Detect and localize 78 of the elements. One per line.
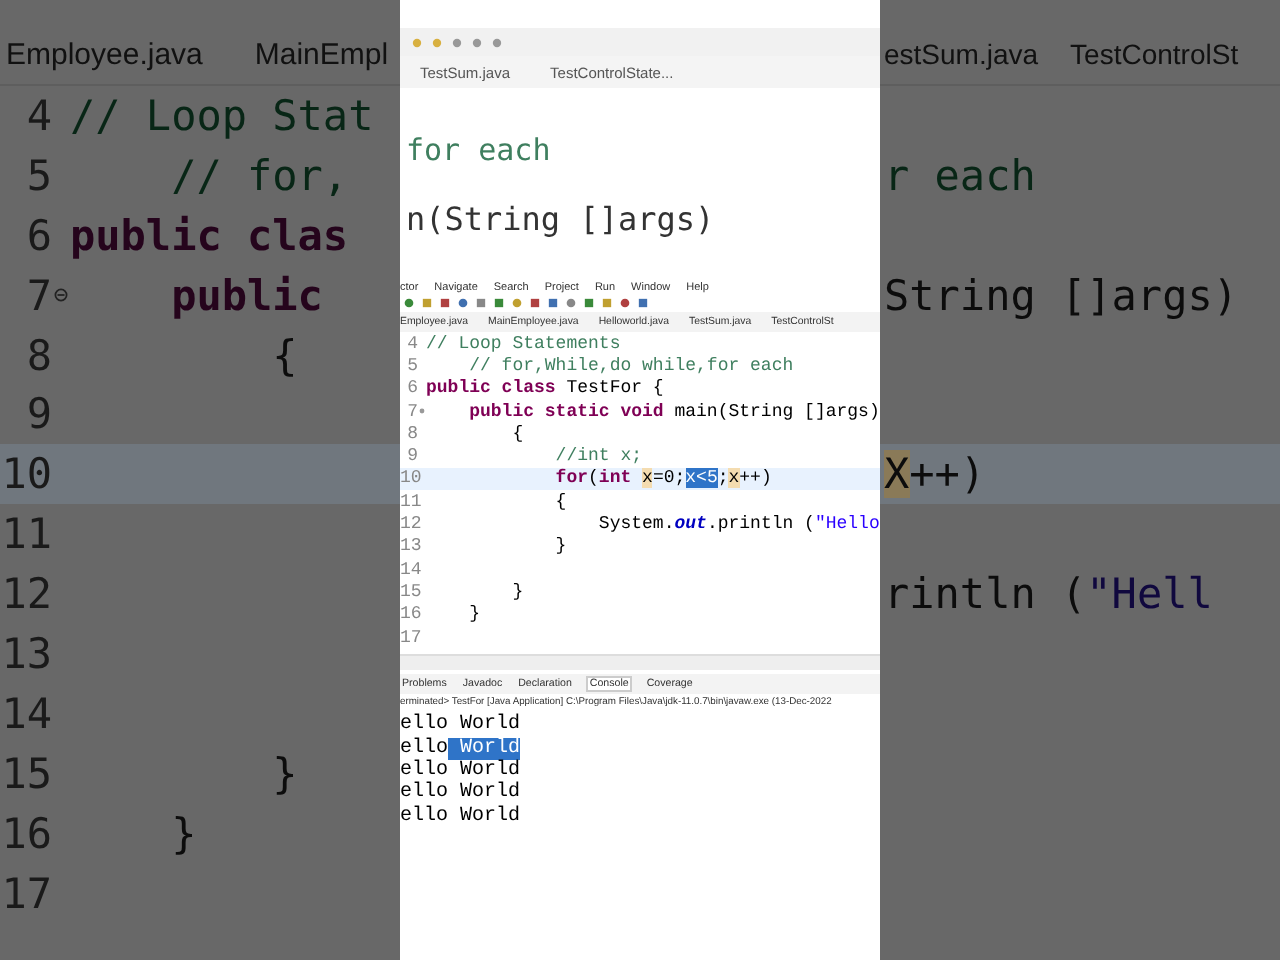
circle-icon[interactable] — [404, 298, 414, 308]
square-icon[interactable] — [638, 298, 648, 308]
line-number: 5 — [405, 355, 418, 376]
line-number: 10 — [0, 450, 52, 499]
code-line: n(String []args) — [404, 200, 717, 238]
code-line: public clas — [70, 211, 349, 260]
line-number: 6 — [24, 211, 52, 260]
code-line: rintln ("Hell — [882, 570, 1213, 619]
line-number: 13 — [0, 629, 52, 678]
line-number: 12 — [0, 570, 52, 619]
code-line: } — [510, 581, 524, 602]
code-line: } — [169, 809, 197, 858]
line-number: 4 — [405, 333, 418, 354]
line-number: 17 — [400, 627, 418, 647]
code-line: // Loop Stat — [70, 91, 374, 140]
code-line: public — [169, 271, 323, 320]
code-line: r each — [882, 151, 1036, 200]
square-icon[interactable] — [476, 298, 486, 308]
collapse-icon[interactable] — [418, 408, 426, 415]
line-number: 4 — [24, 91, 52, 140]
code-line: public class TestFor { — [426, 378, 664, 399]
circle-icon[interactable] — [620, 298, 630, 308]
line-number: 7 — [24, 271, 52, 320]
line-number: 7 — [405, 401, 418, 422]
code-line: String []args) — [882, 271, 1239, 320]
console-output-line: ello World — [400, 759, 523, 782]
code-line: // for, — [169, 151, 349, 200]
line-number: 10 — [400, 468, 418, 489]
line-number: 9 — [24, 390, 52, 439]
line-number: 16 — [400, 604, 418, 625]
line-number: 6 — [405, 378, 418, 399]
line-number: 5 — [24, 151, 52, 200]
code-line: for each — [404, 132, 553, 168]
circle-icon[interactable] — [458, 298, 468, 308]
code-line: } — [467, 604, 481, 625]
code-line: // for,While,do while,for each — [467, 355, 794, 376]
horizontal-scrollbar[interactable] — [400, 654, 880, 671]
line-number: 15 — [400, 581, 418, 602]
circle-icon[interactable] — [566, 298, 576, 308]
line-number: 14 — [400, 559, 418, 580]
square-icon[interactable] — [440, 298, 450, 308]
console-output-line: ello World — [400, 805, 523, 829]
line-number: 17 — [0, 869, 52, 918]
console-output-line: ello World — [400, 737, 523, 760]
line-number: 14 — [0, 689, 52, 738]
code-line: } — [553, 536, 567, 557]
console-output-line: ello World — [400, 714, 523, 737]
code-line: for(int x=0;x<5;x++) — [553, 468, 772, 489]
circle-icon[interactable] — [452, 37, 462, 47]
line-number: 8 — [24, 331, 52, 379]
code-line: // Loop Statements — [426, 333, 621, 354]
line-number: 11 — [0, 510, 52, 559]
line-number: 11 — [400, 491, 418, 512]
line-number: 13 — [400, 536, 418, 557]
square-icon[interactable] — [422, 298, 432, 308]
code-line: public static void main(String []args) — [467, 401, 880, 422]
code-line: //int x; — [553, 446, 643, 467]
code-line: } — [270, 749, 298, 798]
square-icon[interactable] — [584, 298, 594, 308]
circle-icon[interactable] — [472, 37, 482, 47]
code-line: { — [553, 491, 567, 512]
circle-icon[interactable] — [512, 298, 522, 308]
code-line: X++) — [882, 450, 986, 499]
collapse-icon[interactable] — [52, 288, 70, 303]
line-number: 15 — [0, 749, 52, 798]
square-icon[interactable] — [602, 298, 612, 308]
console-output-line: ello World — [400, 782, 523, 805]
code-line: System.out.println ("Hello — [596, 514, 880, 535]
square-icon[interactable] — [548, 298, 558, 308]
line-number: 8 — [405, 423, 418, 444]
line-number: 16 — [0, 809, 52, 858]
line-number: 9 — [405, 446, 418, 467]
code-line: { — [510, 423, 524, 444]
circle-icon[interactable] — [492, 37, 502, 47]
square-icon[interactable] — [494, 298, 504, 308]
line-number: 12 — [400, 514, 418, 535]
square-icon[interactable] — [530, 298, 540, 308]
code-line: { — [270, 331, 298, 379]
